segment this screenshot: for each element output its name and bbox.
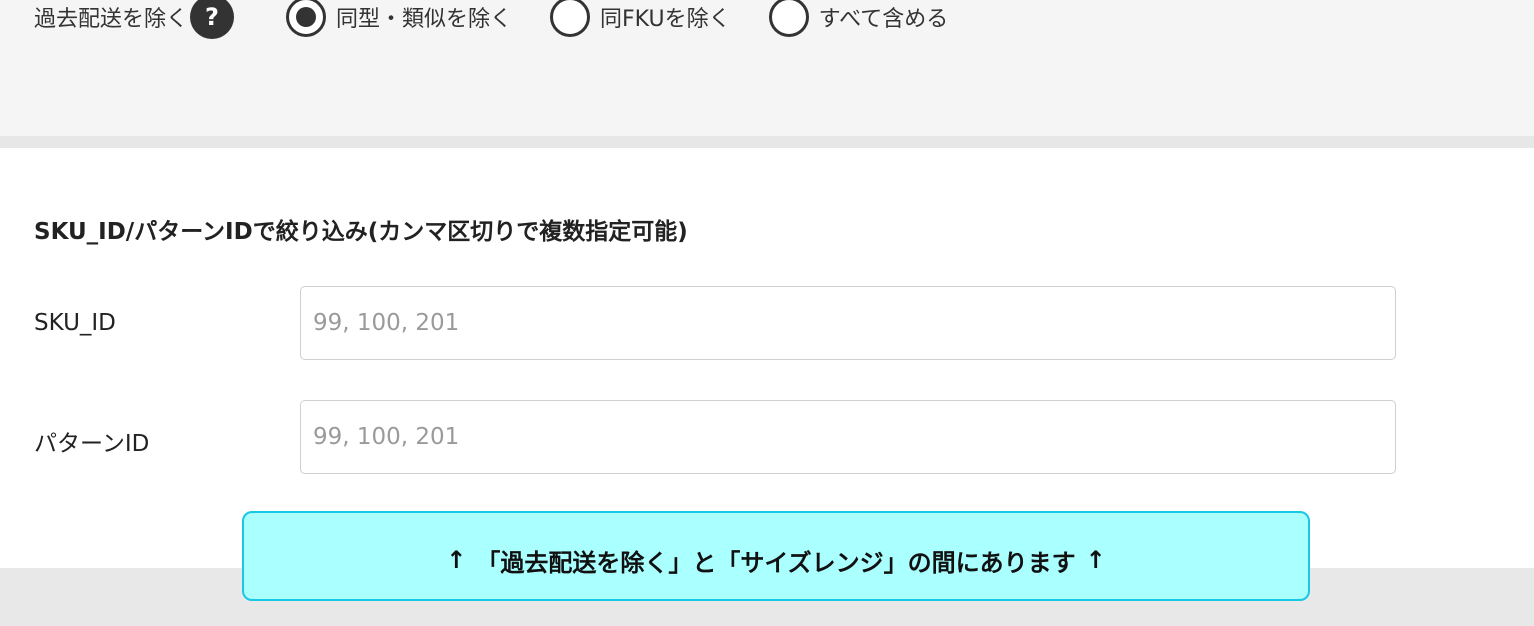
annotation-callout: ↑ 「過去配送を除く」と「サイズレンジ」の間にあります ↑: [242, 511, 1310, 601]
up-arrow-icon: ↑: [1085, 546, 1106, 574]
radio-dot: [296, 7, 317, 27]
radio-selected-icon[interactable]: [286, 0, 327, 37]
sku-id-input[interactable]: [300, 286, 1396, 360]
radio-unselected-icon[interactable]: [768, 0, 809, 37]
radio-label-same-fku: 同FKUを除く: [600, 7, 731, 32]
sku-id-label: SKU_ID: [34, 310, 116, 336]
callout-text: 「過去配送を除く」と「サイズレンジ」の間にあります: [476, 548, 1076, 577]
radio-unselected-icon[interactable]: [550, 0, 591, 37]
radio-option-same-type[interactable]: 同型・類似を除く: [286, 0, 512, 37]
radio-option-same-fku[interactable]: 同FKUを除く: [550, 0, 731, 37]
pattern-id-label: パターンID: [34, 431, 150, 457]
radio-label-same-type: 同型・類似を除く: [336, 7, 513, 32]
radio-option-include-all[interactable]: すべて含める: [768, 0, 949, 37]
section-title: SKU_ID/パターンIDで絞り込み(カンマ区切りで複数指定可能): [34, 219, 688, 245]
pattern-id-input[interactable]: [300, 400, 1396, 474]
radio-label-include-all: すべて含める: [818, 7, 949, 32]
section-divider: [0, 136, 1534, 148]
up-arrow-icon: ↑: [446, 546, 467, 574]
exclude-past-section: 過去配送を除く ? 同型・類似を除く 同FKUを除く すべて含める: [0, 0, 1534, 136]
help-icon[interactable]: ?: [190, 0, 235, 39]
exclude-past-label: 過去配送を除く: [34, 7, 189, 32]
exclude-past-row: 過去配送を除く ? 同型・類似を除く 同FKUを除く すべて含める: [34, 0, 986, 40]
